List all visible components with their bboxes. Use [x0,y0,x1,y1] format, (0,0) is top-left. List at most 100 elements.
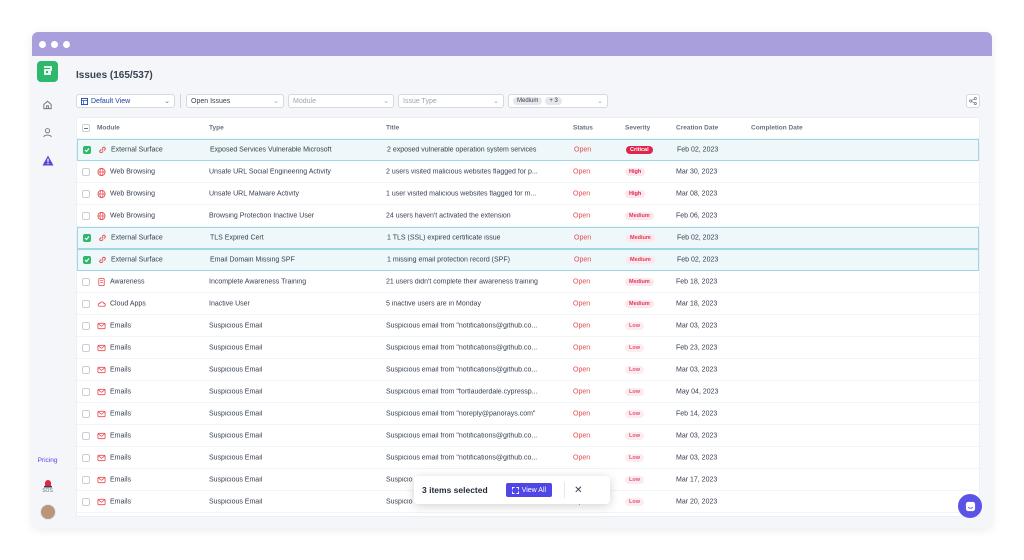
title-cell[interactable]: Suspicious email from "notifications@git… [386,366,569,373]
table-row[interactable]: External Surface Email Domain Missing SPF… [77,249,979,271]
module-label: Cloud Apps [110,300,146,307]
row-checkbox[interactable] [82,343,90,352]
window-dot-minimize[interactable] [51,40,58,48]
row-checkbox[interactable] [82,431,90,440]
title-cell[interactable]: 1 user visited malicious websites flagge… [386,190,569,197]
severity-badge: Low [625,453,644,462]
table-row[interactable]: Cloud Apps Inactive User 5 inactive users … [77,293,979,315]
table-row[interactable]: Awareness Incomplete Awareness Training 21… [77,271,979,293]
table-row[interactable]: Emails Suspicious Email Suspicious email f… [77,315,979,337]
avatar[interactable] [39,504,56,520]
table-row[interactable]: External Surface TLS Expired Cert 1 TLS (S… [77,227,979,249]
row-checkbox[interactable] [83,256,91,264]
home-icon[interactable] [40,96,56,112]
creation-date-cell: Mar 03, 2023 [676,322,718,329]
row-checkbox[interactable] [83,234,91,242]
table-row[interactable]: Web Browsing Unsafe URL Malware Activity 1… [77,183,979,205]
window-dot-maximize[interactable] [63,40,70,48]
row-checkbox[interactable] [82,167,90,176]
title-cell[interactable]: 1 missing email protection record (SPF) [387,257,570,264]
sos-button[interactable]: SOS [42,478,53,494]
row-checkbox[interactable] [82,453,90,462]
user-icon[interactable] [40,124,56,140]
severity-badge: Low [625,431,644,440]
row-checkbox[interactable] [82,409,90,418]
table-row[interactable]: Web Browsing Unsafe URL Social Engineerin… [77,161,979,183]
close-icon[interactable]: ✕ [574,485,582,496]
module-filter[interactable]: Module ⌄ [288,94,394,108]
row-checkbox[interactable] [82,475,90,484]
row-checkbox[interactable] [82,211,90,220]
column-header-module[interactable]: Module [97,125,207,132]
title-cell[interactable]: 2 users visited malicious websites flagg… [386,168,569,175]
view-label: Default View [91,97,131,105]
column-header-title[interactable]: Title [386,125,569,132]
severity-cell: Low [625,409,665,418]
type-cell: Unsafe URL Social Engineering Activity [209,168,331,175]
module-cell: External Surface [98,234,208,243]
chevron-down-icon: ⌄ [493,98,499,105]
severity-more-chip[interactable]: + 3 [545,97,562,105]
creation-date-cell: Mar 18, 2023 [676,300,718,307]
severity-chip[interactable]: Medium [513,97,543,105]
issue-type-filter[interactable]: Issue Type ⌄ [398,94,504,108]
share-button[interactable] [966,94,980,108]
table-row[interactable]: External Surface Exposed Services Vulnera… [77,139,979,161]
type-cell: TLS Expired Cert [210,234,264,242]
row-checkbox[interactable] [82,497,90,506]
status-cell: Open [574,146,592,154]
issue-type-placeholder: Issue Type [403,97,437,105]
table-row[interactable]: Emails Suspicious Email Suspicious email f… [77,447,979,469]
pricing-link[interactable]: Pricing [38,457,58,464]
row-checkbox[interactable] [82,387,90,396]
title-cell[interactable]: Suspicious email from "notifications@git… [386,344,569,351]
title-cell[interactable]: Suspicious email from "noreply@panorays.… [386,410,569,417]
row-checkbox[interactable] [82,277,90,286]
column-header-severity[interactable]: Severity [625,125,665,132]
row-checkbox[interactable] [82,365,90,374]
title-cell[interactable]: 1 TLS (SSL) expired certificate issue [387,235,570,242]
app-window: Pricing SOS Issues (165/537) Default Vie… [32,32,992,528]
title-cell[interactable]: 5 inactive users are in Monday [386,300,569,307]
row-checkbox[interactable] [82,299,90,308]
table-row[interactable]: Emails Suspicious Email Suspicious email f… [77,403,979,425]
select-all-checkbox[interactable] [82,124,90,132]
title-cell[interactable]: Suspicious email from "notifications@git… [386,432,569,439]
divider [564,482,566,498]
view-all-button[interactable]: View All [505,483,553,497]
issues-warning-icon[interactable] [40,152,56,168]
title-cell[interactable]: Suspicious email from "notifications@git… [386,322,569,329]
chat-button[interactable] [958,494,982,518]
severity-badge: Low [625,343,644,352]
title-cell[interactable]: 24 users haven't activated the extension [386,212,569,219]
issues-filter[interactable]: Open Issues ⌄ [186,94,284,108]
title-cell[interactable]: Suspicious email from "notifications@git… [386,454,569,461]
column-header-status[interactable]: Status [573,125,613,132]
table-row[interactable]: Emails Suspicious Email Suspicious email f… [77,359,979,381]
module-cell: Web Browsing [97,189,207,198]
row-checkbox[interactable] [83,146,91,154]
table-row[interactable]: Emails Suspicious Email Suspicious email f… [77,381,979,403]
severity-badge: Low [625,409,644,418]
module-label: Web Browsing [110,212,156,219]
creation-date-cell: Feb 06, 2023 [676,212,718,219]
table-row[interactable]: Web Browsing Browsing Protection Inactive… [77,205,979,227]
column-header-type[interactable]: Type [209,125,381,132]
title-cell[interactable]: Suspicious email from "fortlauderdale.cy… [386,388,569,395]
table-row[interactable]: Emails Suspicious Email Suspicious email f… [77,425,979,447]
module-cell: Emails [97,453,207,462]
column-header-creation-date[interactable]: Creation Date [676,125,746,132]
column-header-completion-date[interactable]: Completion Date [751,125,831,132]
severity-badge: Medium [625,299,654,308]
type-cell: Suspicious Email [209,410,263,417]
view-selector[interactable]: Default View ⌄ [76,94,175,108]
row-checkbox[interactable] [82,321,90,330]
window-dot-close[interactable] [39,40,46,48]
module-cell: Web Browsing [97,211,207,220]
row-checkbox[interactable] [82,189,90,198]
app-logo[interactable] [37,61,58,82]
table-row[interactable]: Emails Suspicious Email Suspicious email f… [77,337,979,359]
title-cell[interactable]: 2 exposed vulnerable operation system se… [387,147,570,154]
title-cell[interactable]: 21 users didn't complete their awareness… [386,278,569,285]
severity-filter[interactable]: Medium + 3 ⌄ [508,94,608,108]
